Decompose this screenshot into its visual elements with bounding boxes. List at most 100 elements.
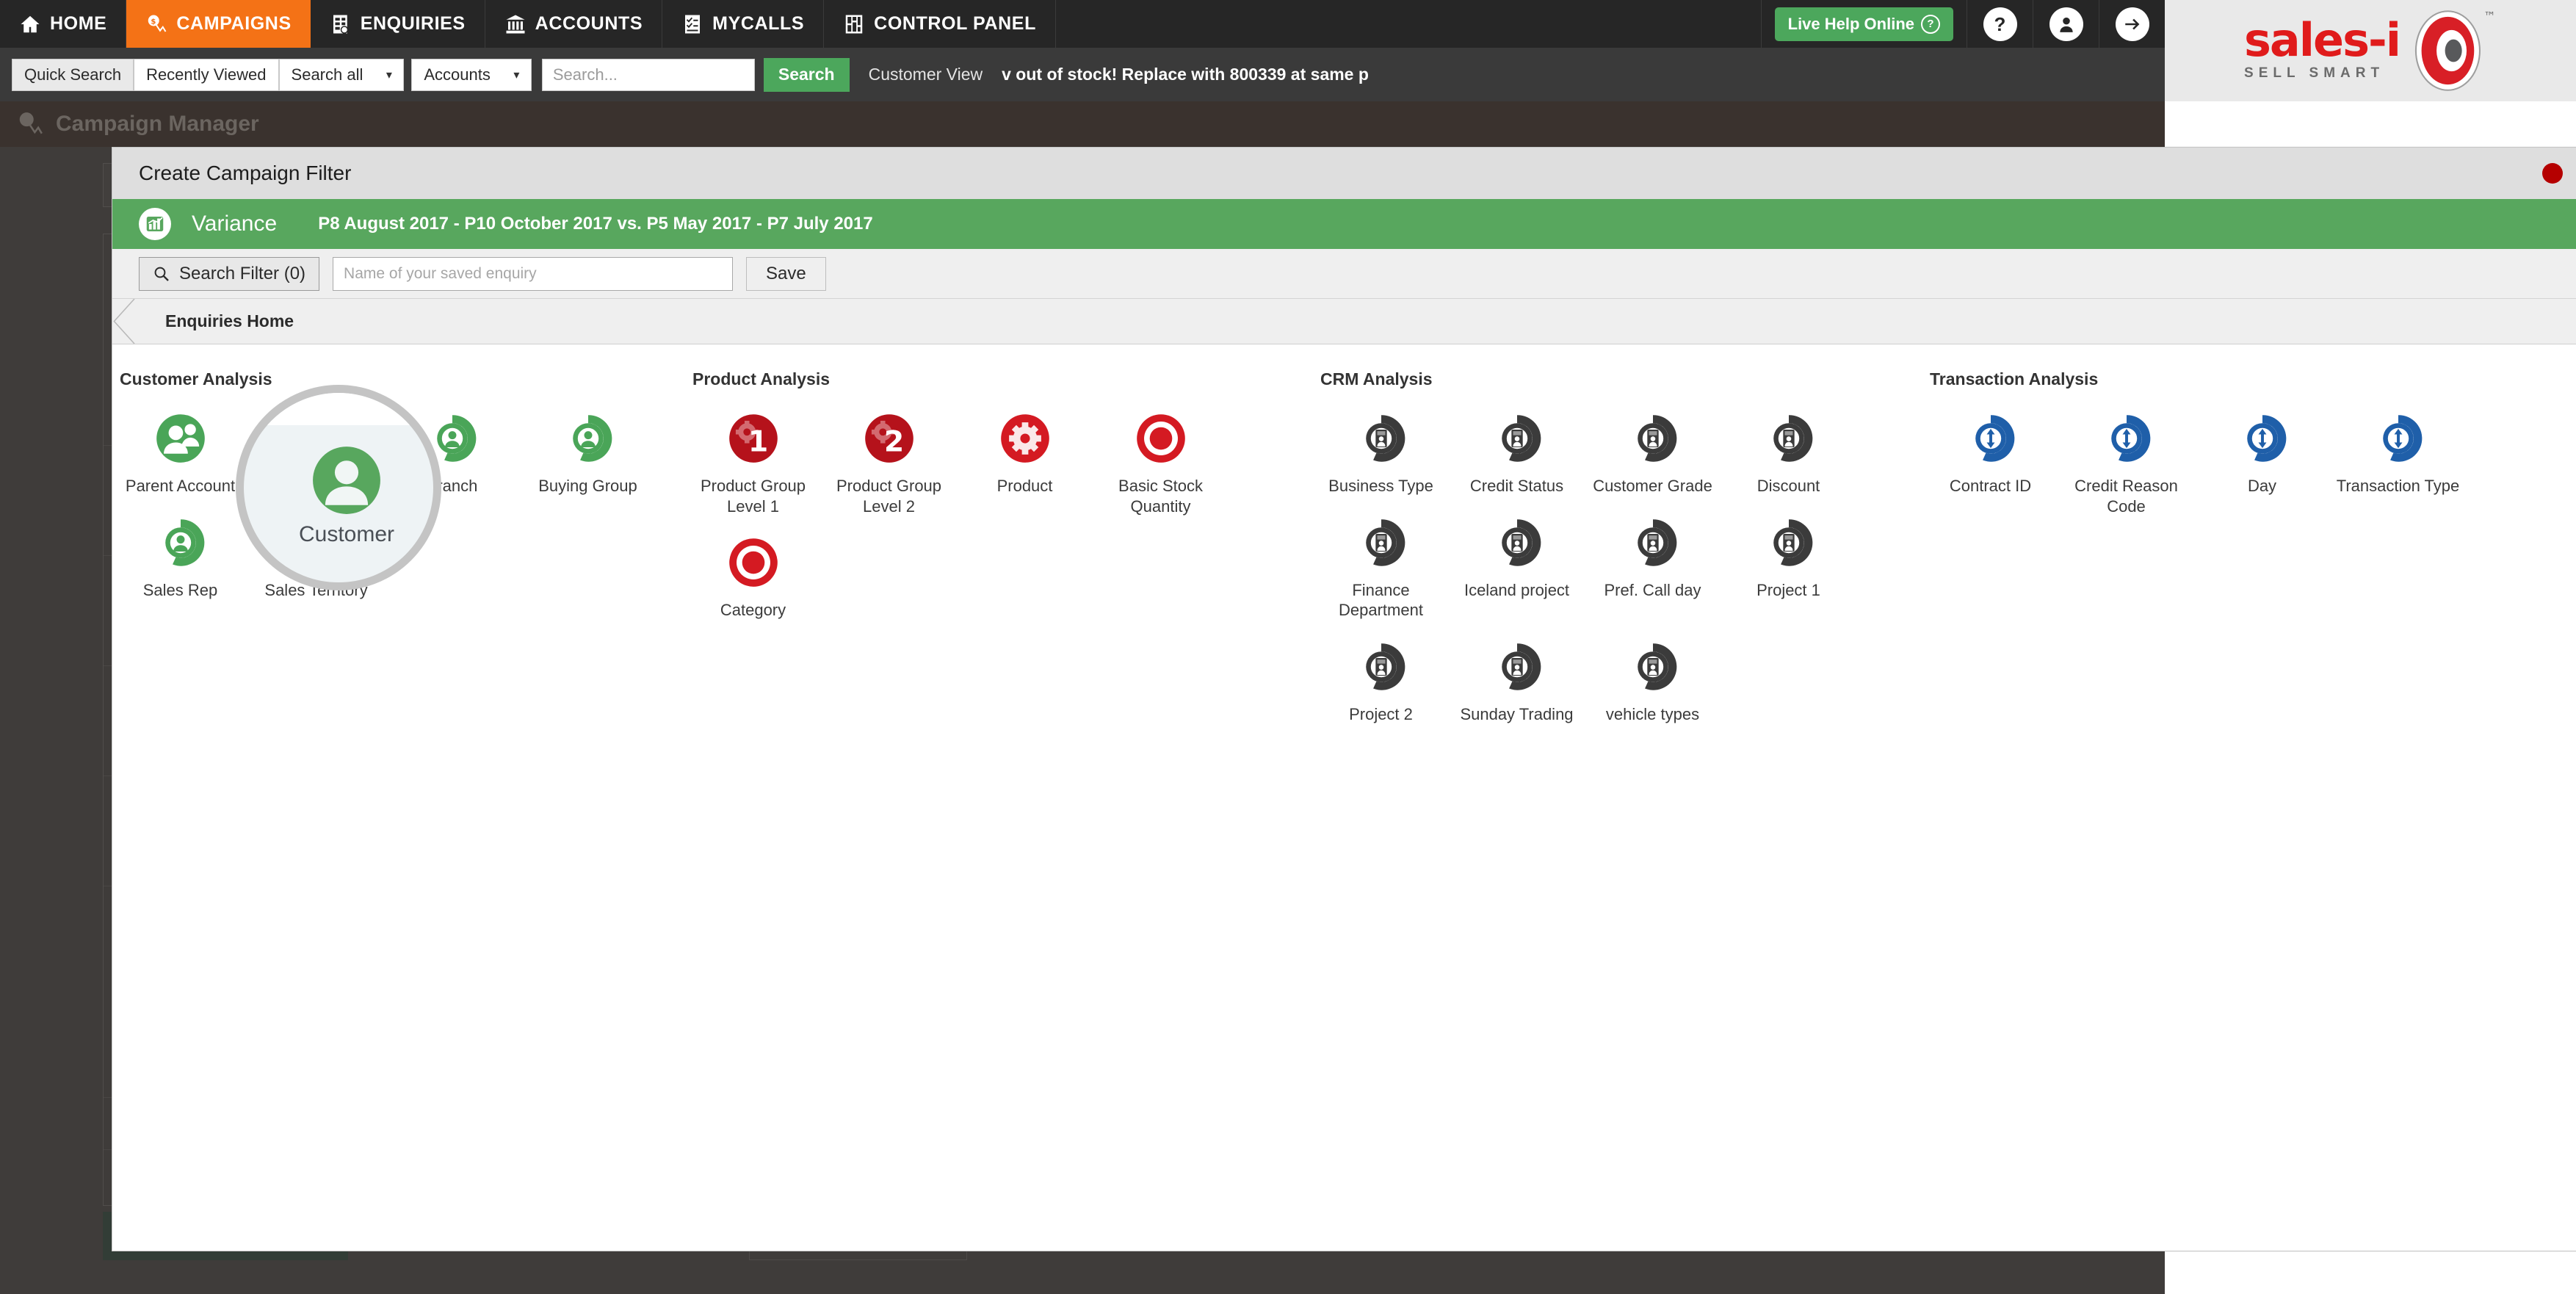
credit-status-icon	[1501, 415, 1541, 462]
analysis-dimension-picker: Customer Analysis Parent Account Custome…	[112, 344, 2576, 1251]
campaigns-icon: $	[148, 15, 167, 32]
mycalls-icon	[685, 15, 701, 33]
saved-enquiry-name-input[interactable]: Name of your saved enquiry	[333, 256, 734, 291]
live-help-button[interactable]: Live Help Online ?	[1774, 7, 1953, 41]
modal-toolbar: Search Filter (0) Name of your saved enq…	[112, 249, 2576, 299]
nav-item-mycalls[interactable]: MYCALLS	[662, 0, 825, 48]
nav-label: HOME	[50, 13, 107, 34]
user-account-button[interactable]	[2033, 0, 2099, 48]
nav-label: ACCOUNTS	[535, 13, 643, 34]
news-ticker: v out of stock! Replace with 800339 at s…	[1002, 65, 1369, 84]
breadcrumb: Enquiries Home	[112, 299, 2576, 344]
tile-credit-reason-code[interactable]: Credit Reason Code	[2058, 405, 2194, 529]
tile-contract-id[interactable]: Contract ID	[1922, 405, 2058, 529]
search-submit-button[interactable]: Search	[763, 57, 850, 92]
breadcrumb-item-enquiries-home[interactable]: Enquiries Home	[165, 311, 294, 331]
search-filter-button[interactable]: Search Filter (0)	[139, 256, 320, 291]
transaction-type-icon	[2382, 415, 2422, 462]
close-dot-icon[interactable]	[2542, 163, 2563, 184]
tile-customer[interactable]: Customer	[248, 405, 384, 510]
tile-label: Sales Territory	[264, 580, 368, 599]
tile-finance-department[interactable]: Finance Department	[1313, 510, 1449, 634]
product-group-level-2-icon: 2	[864, 414, 913, 463]
customer-view-label[interactable]: Customer View	[869, 65, 983, 84]
home-icon	[21, 15, 40, 32]
quick-search-tab[interactable]: Quick Search	[12, 58, 134, 91]
nav-item-home[interactable]: HOME	[0, 0, 127, 48]
tile-sales-territory[interactable]: Sales Territory	[248, 510, 384, 614]
day-icon	[2246, 415, 2286, 462]
question-mark-icon: ?	[1921, 14, 1940, 34]
campaign-manager-title-bar: Campaign Manager	[0, 101, 2165, 147]
tile-basic-stock-quantity[interactable]: Basic Stock Quantity	[1093, 405, 1229, 529]
product-group-level-1-icon: 1	[728, 414, 778, 463]
tile-category[interactable]: Category	[685, 529, 821, 634]
parent-account-icon	[156, 414, 205, 463]
nav-item-campaigns[interactable]: $ CAMPAIGNS	[126, 0, 311, 48]
tile-product-group-level-1[interactable]: 1 Product Group Level 1	[685, 405, 821, 529]
tile-label: Project 2	[1349, 704, 1413, 723]
group-crm-analysis: CRM Analysis Business Type Credit Status…	[1313, 369, 1922, 737]
group-transaction-analysis: Transaction Analysis Contract ID Credit …	[1922, 369, 2481, 737]
credit-reason-code-icon	[2110, 415, 2150, 462]
pref-call-day-icon	[1637, 518, 1676, 566]
vehicle-types-icon	[1637, 643, 1676, 690]
variance-chart-icon	[139, 208, 171, 240]
tile-sales-rep[interactable]: Sales Rep	[112, 510, 248, 614]
project-1-icon	[1773, 518, 1812, 566]
category-icon	[728, 538, 778, 587]
tile-label: Transaction Type	[2336, 477, 2460, 495]
tile-day[interactable]: Day	[2194, 405, 2330, 529]
page-title: Campaign Manager	[56, 112, 259, 136]
product-icon	[1000, 414, 1049, 463]
tile-discount[interactable]: Discount	[1721, 405, 1856, 510]
tile-credit-status[interactable]: Credit Status	[1449, 405, 1585, 510]
tile-project-1[interactable]: Project 1	[1721, 510, 1856, 634]
project-2-icon	[1365, 643, 1405, 690]
tile-label: Customer	[281, 477, 352, 495]
help-button[interactable]: ?	[1967, 0, 2033, 48]
nav-item-control-panel[interactable]: CONTROL PANEL	[824, 0, 1056, 48]
tile-product-group-level-2[interactable]: 2 Product Group Level 2	[821, 405, 957, 529]
user-avatar-icon	[2049, 7, 2083, 41]
tile-branch[interactable]: Branch	[384, 405, 520, 510]
logout-button[interactable]	[2099, 0, 2165, 48]
chevron-down-icon: ▾	[502, 58, 532, 91]
tile-label: Contract ID	[1949, 477, 2032, 495]
tile-pref-call-day[interactable]: Pref. Call day	[1585, 510, 1721, 634]
tile-transaction-type[interactable]: Transaction Type	[2330, 405, 2466, 529]
tile-vehicle-types[interactable]: vehicle types	[1585, 634, 1721, 738]
tile-label: Branch	[426, 477, 478, 495]
nav-item-enquiries[interactable]: ENQUIRIES	[311, 0, 485, 48]
search-entity-select[interactable]: Accounts ▾	[411, 58, 532, 91]
tile-label: Basic Stock Quantity	[1118, 477, 1203, 516]
tile-label: Product	[996, 477, 1053, 495]
tile-buying-group[interactable]: Buying Group	[520, 405, 656, 510]
recently-viewed-tab[interactable]: Recently Viewed	[134, 58, 279, 91]
tile-label: Sunday Trading	[1460, 704, 1574, 723]
tile-project-2[interactable]: Project 2	[1313, 634, 1449, 738]
nav-label: CAMPAIGNS	[176, 13, 292, 34]
tile-parent-account[interactable]: Parent Account	[112, 405, 248, 510]
level-number: 1	[748, 425, 767, 459]
modal-title: Create Campaign Filter	[139, 162, 352, 184]
group-title: Product Analysis	[692, 369, 831, 388]
tile-label: Product Group Level 1	[700, 477, 806, 516]
tile-customer-grade[interactable]: Customer Grade	[1585, 405, 1721, 510]
svg-text:$: $	[151, 18, 157, 26]
nav-item-accounts[interactable]: ACCOUNTS	[485, 0, 663, 48]
search-scope-select[interactable]: Search all ▾	[278, 58, 405, 91]
magnifier-icon	[154, 267, 169, 281]
buying-group-icon	[572, 415, 612, 462]
save-button[interactable]: Save	[746, 256, 826, 291]
search-input[interactable]: Search...	[541, 58, 755, 91]
tile-sunday-trading[interactable]: Sunday Trading	[1449, 634, 1585, 738]
group-customer-analysis: Customer Analysis Parent Account Custome…	[112, 369, 685, 737]
arrow-right-icon	[2115, 7, 2149, 41]
tile-business-type[interactable]: Business Type	[1313, 405, 1449, 510]
tile-iceland-project[interactable]: Iceland project	[1449, 510, 1585, 634]
tile-product[interactable]: Product	[957, 405, 1093, 529]
nav-label: CONTROL PANEL	[874, 13, 1036, 34]
breadcrumb-chevron-icon	[113, 299, 135, 344]
tile-label: Iceland project	[1464, 580, 1570, 599]
